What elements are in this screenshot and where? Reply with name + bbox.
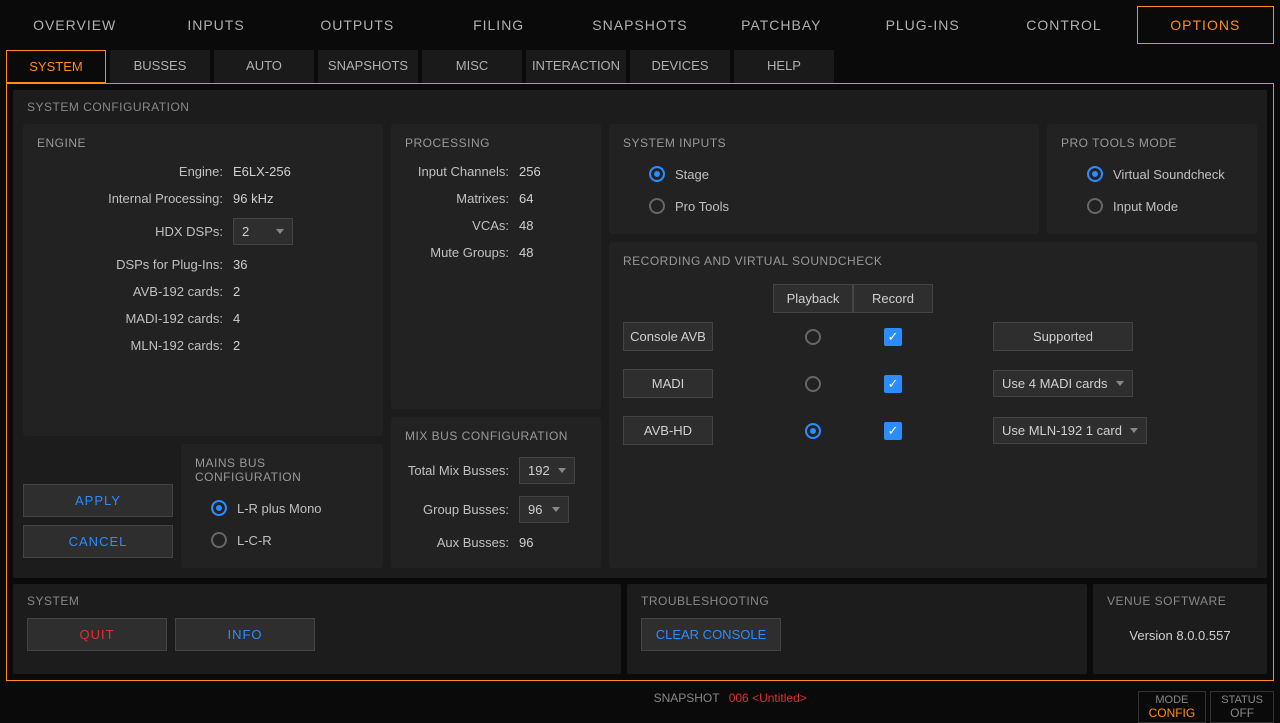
avb-label: AVB-192 cards: (23, 284, 233, 299)
mx-label: Matrixes: (391, 191, 519, 206)
aux-label: Aux Busses: (391, 535, 519, 550)
top-tab-filing[interactable]: FILING (430, 6, 567, 44)
cancel-button[interactable]: CANCEL (23, 525, 173, 558)
radio-icon (649, 198, 665, 214)
software-version: Version 8.0.0.557 (1093, 618, 1267, 653)
top-tab-inputs[interactable]: INPUTS (147, 6, 284, 44)
mg-label: Mute Groups: (391, 245, 519, 260)
chevron-down-icon (558, 468, 566, 473)
sub-tab-interaction[interactable]: INTERACTION (526, 50, 626, 83)
playback-radio[interactable] (805, 329, 821, 345)
rec-row-label: MADI (623, 369, 713, 398)
quit-button[interactable]: QUIT (27, 618, 167, 651)
record-checkbox[interactable]: ✓ (884, 328, 902, 346)
radio-icon (211, 500, 227, 516)
playback-radio[interactable] (805, 376, 821, 392)
vca-value: 48 (519, 218, 533, 233)
system-title: SYSTEM (13, 584, 621, 618)
plugin-label: DSPs for Plug-Ins: (23, 257, 233, 272)
engine-title: ENGINE (23, 128, 383, 158)
mains-lr-mono-radio[interactable]: L-R plus Mono (181, 492, 383, 524)
software-title: VENUE SOFTWARE (1093, 584, 1267, 618)
ic-value: 256 (519, 164, 541, 179)
snapshot-title: <Untitled> (752, 691, 807, 705)
chevron-down-icon (276, 229, 284, 234)
record-header: Record (853, 284, 933, 313)
mains-title: MAINS BUS CONFIGURATION (181, 448, 383, 492)
top-tab-snapshots[interactable]: SNAPSHOTS (571, 6, 708, 44)
ptmode-vsc-radio[interactable]: Virtual Soundcheck (1047, 158, 1257, 190)
radio-icon (1087, 198, 1103, 214)
group-label: Group Busses: (391, 502, 519, 517)
sub-tab-busses[interactable]: BUSSES (110, 50, 210, 83)
madi-value: 4 (233, 311, 240, 326)
engine-value: E6LX-256 (233, 164, 291, 179)
rec-option-label: Supported (993, 322, 1133, 351)
sub-tab-devices[interactable]: DEVICES (630, 50, 730, 83)
record-checkbox[interactable]: ✓ (884, 422, 902, 440)
mains-lcr-radio[interactable]: L-C-R (181, 524, 383, 556)
ic-label: Input Channels: (391, 164, 519, 179)
top-tab-outputs[interactable]: OUTPUTS (289, 6, 426, 44)
troubleshoot-title: TROUBLESHOOTING (627, 584, 1087, 618)
snapshot-num: 006 (729, 691, 749, 705)
plugin-value: 36 (233, 257, 247, 272)
engine-label: Engine: (23, 164, 233, 179)
playback-radio[interactable] (805, 423, 821, 439)
record-checkbox[interactable]: ✓ (884, 375, 902, 393)
madi-label: MADI-192 cards: (23, 311, 233, 326)
ip-label: Internal Processing: (23, 191, 233, 206)
rec-option-select[interactable]: Use MLN-192 1 card (993, 417, 1147, 444)
chevron-down-icon (552, 507, 560, 512)
hdx-dsps-select[interactable]: 2 (233, 218, 293, 245)
total-label: Total Mix Busses: (391, 463, 519, 478)
top-tab-patchbay[interactable]: PATCHBAY (713, 6, 850, 44)
rec-option-select[interactable]: Use 4 MADI cards (993, 370, 1133, 397)
sub-tab-help[interactable]: HELP (734, 50, 834, 83)
info-button[interactable]: INFO (175, 618, 315, 651)
chevron-down-icon (1130, 428, 1138, 433)
status-status: STATUS OFF (1210, 691, 1274, 723)
group-busses-select[interactable]: 96 (519, 496, 569, 523)
clear-console-button[interactable]: CLEAR CONSOLE (641, 618, 781, 651)
aux-value: 96 (519, 535, 533, 550)
recording-title: RECORDING AND VIRTUAL SOUNDCHECK (609, 246, 1257, 276)
radio-icon (1087, 166, 1103, 182)
ptmode-input-radio[interactable]: Input Mode (1047, 190, 1257, 222)
ptmode-title: PRO TOOLS MODE (1047, 128, 1257, 158)
radio-icon (211, 532, 227, 548)
sub-tab-auto[interactable]: AUTO (214, 50, 314, 83)
sub-tab-misc[interactable]: MISC (422, 50, 522, 83)
chevron-down-icon (1116, 381, 1124, 386)
top-tab-control[interactable]: CONTROL (995, 6, 1132, 44)
mx-value: 64 (519, 191, 533, 206)
processing-title: PROCESSING (391, 128, 601, 158)
rec-row-label: AVB-HD (623, 416, 713, 445)
system-config-title: SYSTEM CONFIGURATION (13, 90, 1267, 124)
snapshot-label: SNAPSHOT (654, 691, 720, 705)
mln-label: MLN-192 cards: (23, 338, 233, 353)
top-tab-overview[interactable]: OVERVIEW (6, 6, 143, 44)
mg-value: 48 (519, 245, 533, 260)
rec-row-label: Console AVB (623, 322, 713, 351)
mixbus-title: MIX BUS CONFIGURATION (391, 421, 601, 451)
total-mix-select[interactable]: 192 (519, 457, 575, 484)
playback-header: Playback (773, 284, 853, 313)
avb-value: 2 (233, 284, 240, 299)
sub-tab-snapshots[interactable]: SNAPSHOTS (318, 50, 418, 83)
top-tab-options[interactable]: OPTIONS (1137, 6, 1274, 44)
vca-label: VCAs: (391, 218, 519, 233)
mln-value: 2 (233, 338, 240, 353)
hdx-label: HDX DSPs: (23, 224, 233, 239)
sysinputs-protools-radio[interactable]: Pro Tools (609, 190, 1039, 222)
sub-tab-system[interactable]: SYSTEM (6, 50, 106, 83)
radio-icon (649, 166, 665, 182)
ip-value: 96 kHz (233, 191, 273, 206)
top-tab-plug-ins[interactable]: PLUG-INS (854, 6, 991, 44)
apply-button[interactable]: APPLY (23, 484, 173, 517)
sysinputs-title: SYSTEM INPUTS (609, 128, 1039, 158)
mode-status: MODE CONFIG (1138, 691, 1207, 723)
sysinputs-stage-radio[interactable]: Stage (609, 158, 1039, 190)
